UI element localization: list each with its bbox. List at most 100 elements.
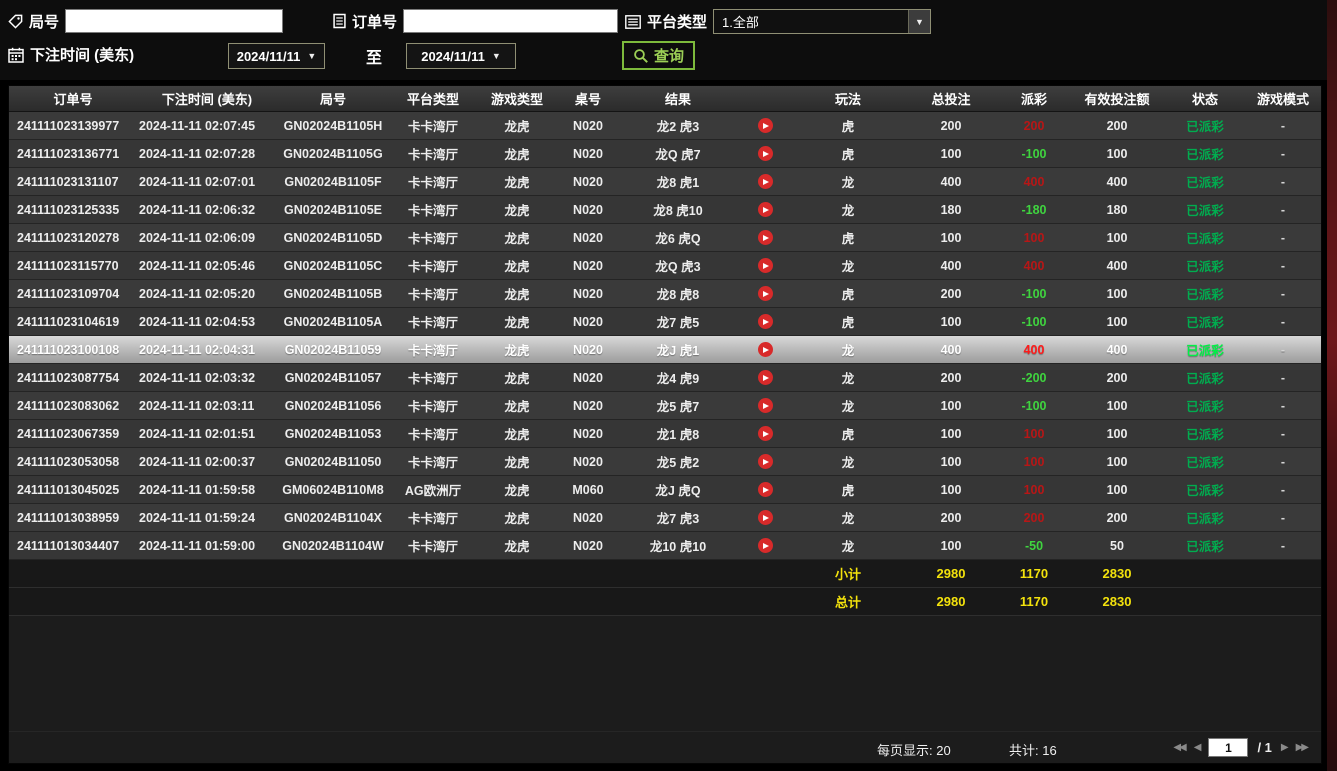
chevron-down-icon: ▼ [908,10,930,33]
order-filter-label: 订单号 [352,11,397,32]
cell-round: GN02024B1105A [277,315,389,329]
play-video-icon[interactable] [758,146,773,161]
play-video-cell [737,286,793,301]
cell-table_no: N020 [557,203,619,217]
table-row[interactable]: 2411110231097042024-11-11 02:05:20GN0202… [9,280,1321,308]
play-video-icon[interactable] [758,510,773,525]
cell-round: GN02024B1105F [277,175,389,189]
table-row[interactable]: 2411110130450252024-11-11 01:59:58GM0602… [9,476,1321,504]
cell-mode: - [1245,231,1321,245]
cell-status: 已派彩 [1165,424,1245,443]
cell-order: 241111023053058 [9,455,137,469]
table-row[interactable]: 2411110231046192024-11-11 02:04:53GN0202… [9,308,1321,336]
table-row[interactable]: 2411110130389592024-11-11 01:59:24GN0202… [9,504,1321,532]
column-header: 状态 [1165,89,1245,108]
page-number-input[interactable]: 1 [1208,738,1248,757]
cell-order: 241111023104619 [9,315,137,329]
table-row[interactable]: 2411110231157702024-11-11 02:05:46GN0202… [9,252,1321,280]
column-header: 派彩 [999,89,1069,108]
cell-mode: - [1245,483,1321,497]
search-icon [633,48,649,64]
platform-filter-group: 平台类型 1.全部 ▼ [625,9,931,34]
play-video-icon[interactable] [758,230,773,245]
table-row[interactable]: 2411110231001082024-11-11 02:04:31GN0202… [9,336,1321,364]
cell-payout: -100 [999,399,1069,413]
platform-select[interactable]: 1.全部 ▼ [713,9,931,34]
play-video-icon[interactable] [758,202,773,217]
play-video-cell [737,230,793,245]
table-row[interactable]: 2411110230530582024-11-11 02:00:37GN0202… [9,448,1321,476]
cell-result: 龙J 虎1 [619,340,737,359]
cell-total: 100 [903,539,999,553]
table-row[interactable]: 2411110231202782024-11-11 02:06:09GN0202… [9,224,1321,252]
cell-round: GN02024B11050 [277,455,389,469]
platform-select-value: 1.全部 [722,12,759,31]
play-video-icon[interactable] [758,174,773,189]
cell-total: 100 [903,427,999,441]
column-header: 局号 [277,89,389,108]
play-video-icon[interactable] [758,426,773,441]
column-header: 下注时间 (美东) [137,89,277,108]
play-video-cell [737,202,793,217]
table-row[interactable]: 2411110231399772024-11-11 02:07:45GN0202… [9,112,1321,140]
cell-status: 已派彩 [1165,508,1245,527]
query-button[interactable]: 查询 [622,41,695,70]
cell-platform: 卡卡湾厅 [389,452,477,471]
grand-total-total-bet: 2980 [903,594,999,609]
right-decor-strip [1327,0,1337,771]
grand-total-valid-bet: 2830 [1069,594,1165,609]
cell-game: 龙虎 [477,340,557,359]
prev-page-button[interactable]: ◀ [1194,742,1200,753]
cell-table_no: N020 [557,427,619,441]
play-video-icon[interactable] [758,398,773,413]
cell-game: 龙虎 [477,424,557,443]
date-to-picker[interactable]: 2024/11/11 ▼ [406,43,516,69]
cell-valid: 180 [1069,203,1165,217]
first-page-button[interactable]: ◀◀ [1173,742,1184,753]
subtotal-payout: 1170 [999,566,1069,581]
next-page-button[interactable]: ▶ [1281,742,1287,753]
play-video-icon[interactable] [758,118,773,133]
column-header: 玩法 [793,89,903,108]
play-video-icon[interactable] [758,314,773,329]
order-input[interactable] [403,9,618,33]
table-row[interactable]: 2411110231253352024-11-11 02:06:32GN0202… [9,196,1321,224]
cell-table_no: N020 [557,539,619,553]
cell-time: 2024-11-11 02:03:32 [137,371,277,385]
table-row[interactable]: 2411110230877542024-11-11 02:03:32GN0202… [9,364,1321,392]
query-button-label: 查询 [654,45,684,66]
column-header: 桌号 [557,89,619,108]
play-video-icon[interactable] [758,258,773,273]
date-from-value: 2024/11/11 [237,49,301,64]
cell-payout: -180 [999,203,1069,217]
table-header: 订单号下注时间 (美东)局号平台类型游戏类型桌号结果玩法总投注派彩有效投注额状态… [9,86,1321,112]
play-video-icon[interactable] [758,342,773,357]
play-video-icon[interactable] [758,286,773,301]
cell-valid: 100 [1069,315,1165,329]
cell-valid: 200 [1069,119,1165,133]
cell-valid: 100 [1069,483,1165,497]
table-row[interactable]: 2411110130344072024-11-11 01:59:00GN0202… [9,532,1321,560]
table-row[interactable]: 2411110230830622024-11-11 02:03:11GN0202… [9,392,1321,420]
play-video-icon[interactable] [758,482,773,497]
cell-time: 2024-11-11 02:04:53 [137,315,277,329]
play-video-icon[interactable] [758,454,773,469]
cell-mode: - [1245,147,1321,161]
cell-play: 虎 [793,116,903,135]
round-input[interactable] [65,9,283,33]
cell-round: GN02024B1105C [277,259,389,273]
cell-round: GN02024B1104W [277,539,389,553]
table-row[interactable]: 2411110231311072024-11-11 02:07:01GN0202… [9,168,1321,196]
table-row[interactable]: 2411110231367712024-11-11 02:07:28GN0202… [9,140,1321,168]
table-footer: 每页显示: 20 共计: 16 ◀◀ ◀ 1 / 1 ▶ ▶▶ [9,731,1321,763]
date-from-picker[interactable]: 2024/11/11 ▼ [228,43,325,69]
table-row[interactable]: 2411110230673592024-11-11 02:01:51GN0202… [9,420,1321,448]
play-video-icon[interactable] [758,370,773,385]
last-page-button[interactable]: ▶▶ [1296,742,1307,753]
cell-play: 虎 [793,228,903,247]
cell-time: 2024-11-11 02:04:31 [137,343,277,357]
play-video-icon[interactable] [758,538,773,553]
cell-game: 龙虎 [477,172,557,191]
cell-valid: 100 [1069,231,1165,245]
cell-result: 龙6 虎Q [619,228,737,247]
